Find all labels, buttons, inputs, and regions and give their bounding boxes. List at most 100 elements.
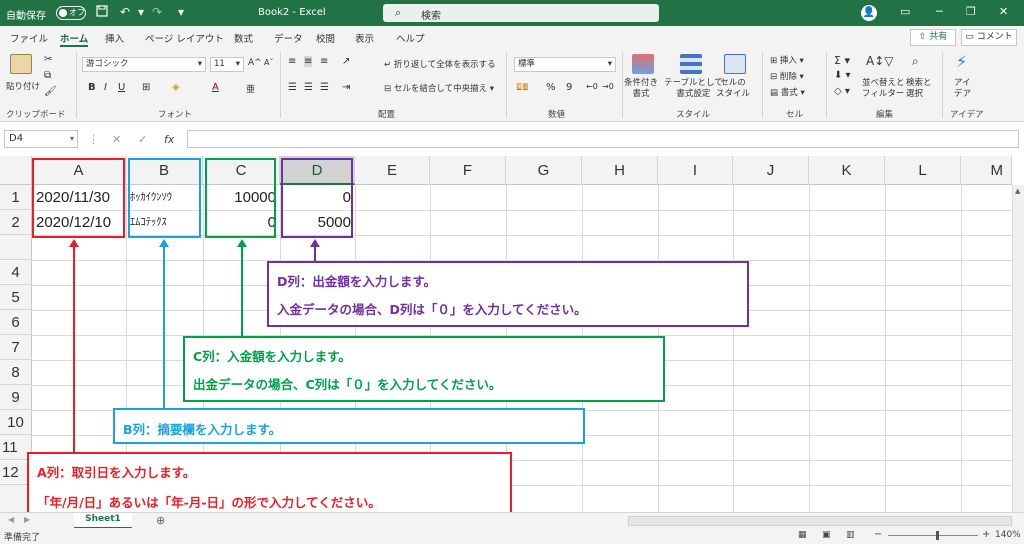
border-icon[interactable]: ⊞	[142, 82, 150, 93]
wrap-text-button[interactable]: ↵ 折り返して全体を表示する	[384, 58, 496, 70]
row-header-8[interactable]: 8	[0, 360, 32, 385]
ideas-icon[interactable]: ⚡	[956, 52, 967, 71]
column-header-f[interactable]: F	[430, 156, 506, 185]
font-name-select[interactable]: 游ゴシック ▾	[82, 57, 206, 72]
row-header-9[interactable]: 9	[0, 385, 32, 410]
format-painter-icon[interactable]: 🖌	[44, 86, 57, 97]
decrease-font-icon[interactable]: Aˇ	[264, 58, 273, 67]
align-top-icon[interactable]: ≡	[288, 56, 296, 67]
sort-filter-label[interactable]: 並べ替えと フィルター	[862, 78, 905, 100]
share-button[interactable]: ⇧ 共有	[910, 29, 956, 46]
row-header-4[interactable]: 4	[0, 260, 32, 285]
column-header-m[interactable]: M	[961, 156, 1012, 185]
column-header-k[interactable]: K	[809, 156, 885, 185]
row-header-5[interactable]: 5	[0, 285, 32, 310]
copy-icon[interactable]: ⧉	[44, 70, 51, 81]
restore-icon[interactable]: ❐	[966, 5, 976, 18]
cancel-icon[interactable]: ✕	[112, 133, 121, 146]
bold-icon[interactable]: B	[88, 82, 96, 93]
scroll-up-icon[interactable]: ▲	[1015, 187, 1020, 195]
comment-button[interactable]: ▭ コメント	[961, 29, 1017, 46]
orientation-icon[interactable]: ↗	[342, 56, 350, 67]
cell-styles-icon[interactable]	[724, 54, 746, 74]
delete-cells-button[interactable]: ⊟ 削除 ▾	[770, 70, 804, 82]
customize-qat-icon[interactable]: ▾	[178, 5, 184, 19]
row-header-3[interactable]	[0, 235, 32, 260]
font-size-select[interactable]: 11 ▾	[210, 57, 244, 72]
merge-center-button[interactable]: ⊟ セルを結合して中央揃え ▾	[384, 82, 494, 94]
sheet-tab-sheet1[interactable]: Sheet1	[74, 513, 132, 529]
close-icon[interactable]: ✕	[999, 5, 1008, 18]
redo-icon[interactable]: ↷	[152, 5, 162, 19]
tab-page-layout[interactable]: ページ レイアウト	[145, 31, 224, 45]
align-bottom-icon[interactable]: ≡	[320, 56, 328, 67]
column-header-g[interactable]: G	[506, 156, 582, 185]
horizontal-scrollbar[interactable]	[628, 516, 1012, 526]
column-header-e[interactable]: E	[355, 156, 430, 185]
increase-font-icon[interactable]: A^	[248, 58, 262, 68]
format-as-table-label[interactable]: テーブルとして 書式設定	[664, 78, 723, 100]
minimize-icon[interactable]: ─	[936, 5, 943, 18]
select-all-corner[interactable]	[0, 156, 32, 185]
sheet-prev-icon[interactable]: ◀	[8, 515, 14, 524]
font-color-icon[interactable]: A	[212, 82, 219, 93]
tab-insert[interactable]: 挿入	[105, 31, 124, 45]
save-icon[interactable]	[96, 5, 108, 20]
formula-input[interactable]	[187, 130, 1019, 148]
sort-filter-icon[interactable]: A↕▽	[866, 54, 894, 68]
paste-icon[interactable]	[10, 54, 32, 74]
zoom-slider-thumb[interactable]	[936, 531, 939, 540]
tab-review[interactable]: 校閲	[316, 31, 335, 45]
page-layout-view-icon[interactable]: ▣	[822, 530, 831, 540]
align-left-icon[interactable]: ☰	[288, 82, 297, 93]
search-box[interactable]: ⌕ 検索	[383, 4, 659, 22]
fill-color-icon[interactable]: ◈	[172, 82, 180, 93]
column-header-j[interactable]: J	[733, 156, 809, 185]
page-break-view-icon[interactable]: ▥	[846, 530, 855, 540]
number-format-select[interactable]: 標準 ▾	[514, 57, 616, 72]
find-select-label[interactable]: 検索と 選択	[906, 78, 932, 100]
conditional-format-label[interactable]: 条件付き 書式	[624, 78, 658, 100]
column-header-l[interactable]: L	[885, 156, 961, 185]
paste-label[interactable]: 貼り付け	[6, 80, 40, 92]
indent-icon[interactable]: ⇥	[342, 82, 350, 93]
find-select-icon[interactable]: ⌕	[912, 54, 919, 69]
ribbon-display-icon[interactable]: ▭	[900, 5, 910, 18]
row-header-10[interactable]: 10	[0, 410, 32, 435]
column-header-i[interactable]: I	[658, 156, 733, 185]
conditional-format-icon[interactable]	[632, 54, 654, 74]
cell-styles-label[interactable]: セルの スタイル	[716, 78, 750, 100]
column-header-h[interactable]: H	[582, 156, 658, 185]
row-header-6[interactable]: 6	[0, 310, 32, 335]
decrease-decimal-icon[interactable]: →0	[602, 82, 614, 91]
clear-icon[interactable]: ◇ ▾	[834, 86, 850, 97]
undo-icon[interactable]: ↶	[120, 5, 130, 19]
autosave-toggle[interactable]: オフ	[56, 6, 86, 20]
tab-formulas[interactable]: 数式	[234, 31, 253, 45]
italic-icon[interactable]: I	[104, 82, 107, 93]
row-header-7[interactable]: 7	[0, 335, 32, 360]
phonetic-icon[interactable]: 亜	[246, 82, 255, 95]
autosum-icon[interactable]: Σ ▾	[834, 54, 850, 67]
zoom-level[interactable]: 140%	[995, 530, 1021, 540]
format-as-table-icon[interactable]	[680, 54, 702, 74]
percent-icon[interactable]: %	[546, 82, 556, 93]
ideas-label[interactable]: アイ デア	[954, 78, 971, 100]
insert-function-icon[interactable]: fx	[164, 133, 174, 146]
format-cells-button[interactable]: ▤ 書式 ▾	[770, 86, 805, 98]
tab-home[interactable]: ホーム	[60, 31, 89, 47]
tab-file[interactable]: ファイル	[10, 31, 48, 45]
normal-view-icon[interactable]: ▦	[798, 530, 807, 540]
fill-icon[interactable]: ⬇ ▾	[834, 70, 851, 81]
underline-icon[interactable]: U	[118, 82, 125, 93]
tab-help[interactable]: ヘルプ	[396, 31, 425, 45]
comma-icon[interactable]: 9	[566, 82, 572, 93]
zoom-out-icon[interactable]: −	[874, 529, 882, 540]
add-sheet-icon[interactable]: ⊕	[156, 514, 165, 527]
insert-cells-button[interactable]: ⊞ 挿入 ▾	[770, 54, 804, 66]
align-center-icon[interactable]: ☰	[304, 82, 313, 93]
row-header-2[interactable]: 2	[0, 210, 32, 235]
tab-view[interactable]: 表示	[355, 31, 374, 45]
zoom-in-icon[interactable]: +	[982, 529, 990, 540]
accounting-icon[interactable]: 💴	[516, 82, 528, 93]
